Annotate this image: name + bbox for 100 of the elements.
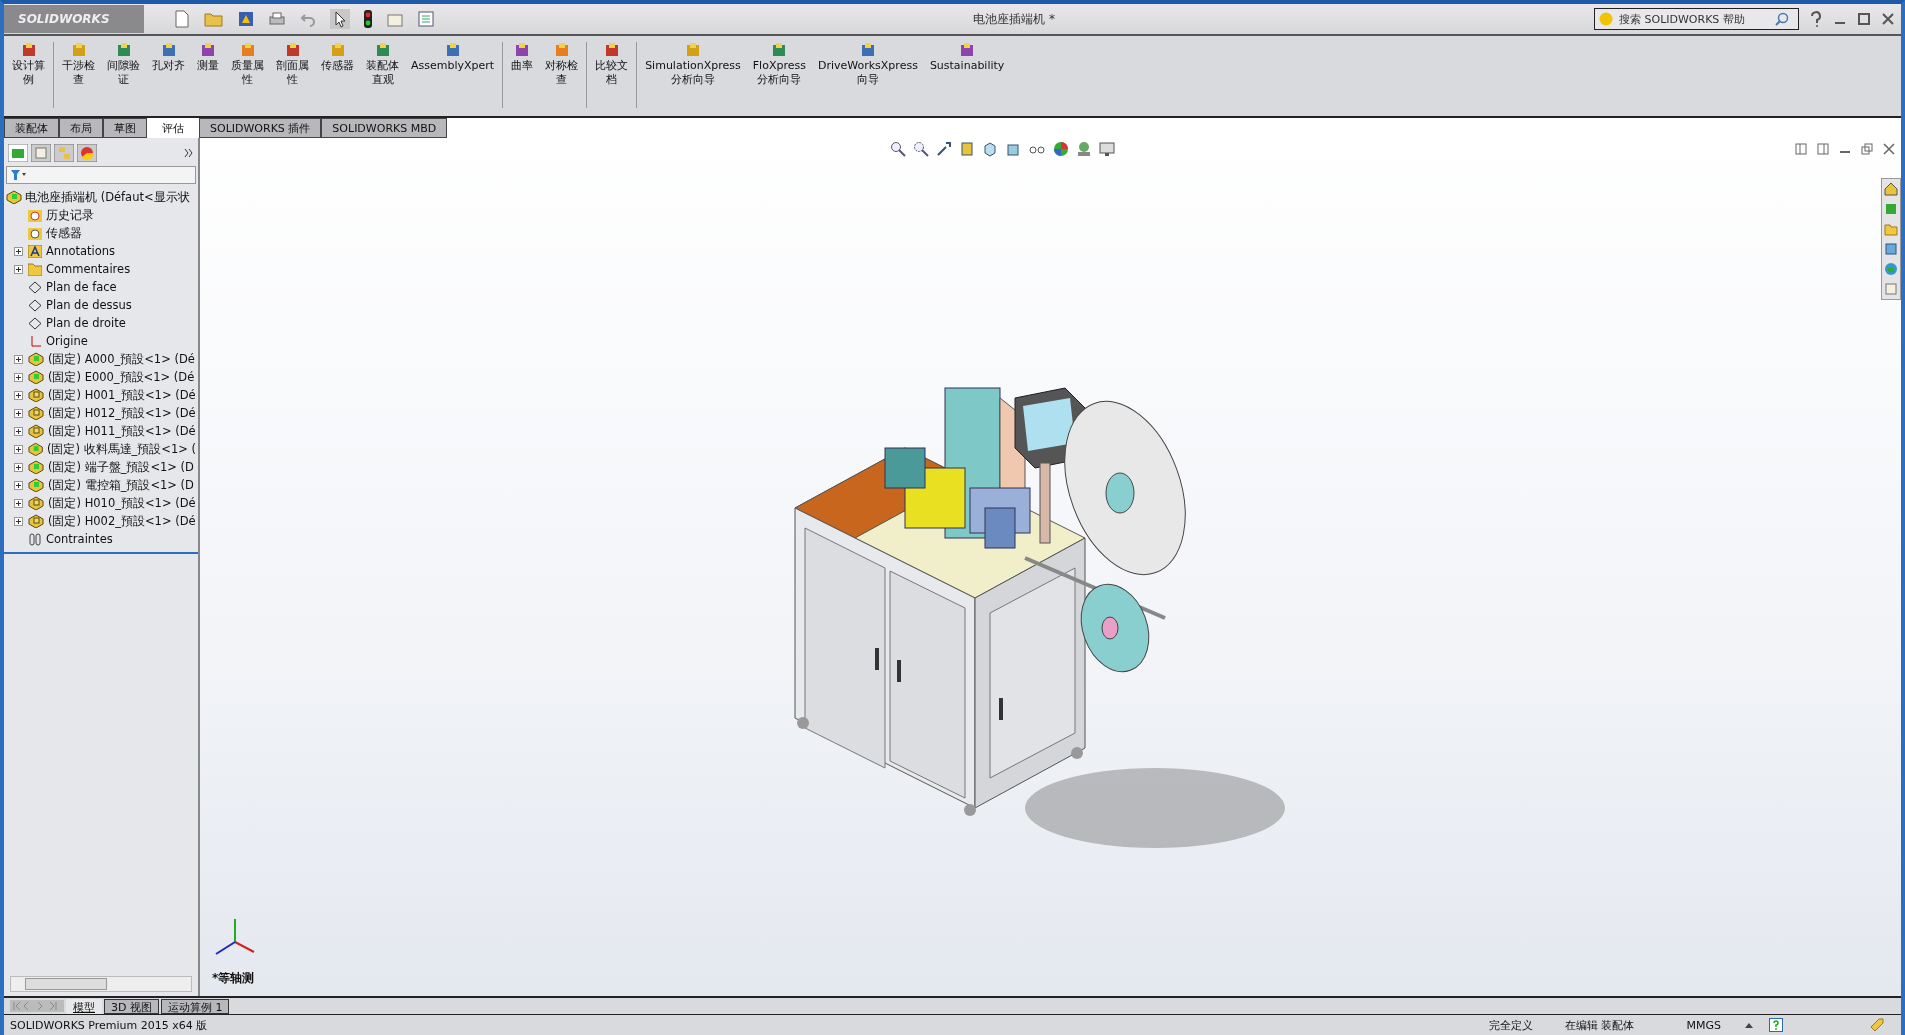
command-icon xyxy=(20,42,37,58)
cube-icon[interactable] xyxy=(982,141,998,157)
tree-item[interactable]: (固定) A000_預設<1> (Dé xyxy=(48,351,195,367)
search-icon[interactable] xyxy=(1775,12,1789,26)
model-tab[interactable]: 3D 视图 xyxy=(104,998,159,1014)
tile-right-icon[interactable] xyxy=(1817,143,1829,155)
expand-icon[interactable] xyxy=(14,246,23,256)
tree-item[interactable]: (固定) 收料馬達_預設<1> ( xyxy=(46,441,196,457)
feature-tree-tab-icon[interactable] xyxy=(8,144,28,162)
tree-item[interactable]: Plan de droite xyxy=(46,316,126,330)
tree-item[interactable]: Plan de face xyxy=(46,280,117,294)
save-icon[interactable] xyxy=(238,11,254,27)
ribbon-tab[interactable]: SOLIDWORKS 插件 xyxy=(199,118,322,138)
maximize-icon[interactable] xyxy=(1857,12,1871,26)
zoom-to-fit-icon[interactable] xyxy=(890,141,906,157)
tree-item[interactable]: (固定) 端子盤_預設<1> (D xyxy=(48,459,194,475)
tree-item[interactable]: Contraintes xyxy=(46,532,113,546)
tree-item[interactable]: (固定) H012_預設<1> (Dé xyxy=(48,405,196,421)
filter-field[interactable] xyxy=(6,166,196,184)
tree-item[interactable]: Commentaires xyxy=(46,262,131,276)
ribbon-command[interactable]: 传感器 xyxy=(317,42,358,72)
cube-icon[interactable] xyxy=(1005,141,1021,157)
expand-icon[interactable] xyxy=(14,516,23,526)
tile-left-icon[interactable] xyxy=(1795,143,1807,155)
chevron-icon[interactable] xyxy=(184,148,194,158)
home-icon[interactable] xyxy=(1884,182,1898,196)
caret-icon[interactable] xyxy=(1745,1022,1753,1028)
clock-folder-icon xyxy=(28,208,42,222)
expand-icon[interactable] xyxy=(14,498,23,508)
ribbon-command[interactable]: 装配体 直观 xyxy=(362,42,403,86)
plane-icon xyxy=(28,280,42,294)
unit-system[interactable]: MMGS xyxy=(1678,1018,1729,1032)
ribbon-command[interactable]: 测量 xyxy=(193,42,223,72)
tree-item[interactable]: Plan de dessus xyxy=(46,298,132,312)
ribbon-tab[interactable]: SOLIDWORKS MBD xyxy=(321,118,448,138)
subassembly-icon xyxy=(28,424,44,438)
tree-item[interactable]: Annotations xyxy=(46,244,116,258)
close-icon[interactable] xyxy=(1883,143,1895,155)
ribbon-command[interactable]: SimulationXpress 分析向导 xyxy=(641,42,745,86)
expand-icon[interactable] xyxy=(14,444,23,454)
close-icon[interactable] xyxy=(1881,12,1895,26)
monitor-icon[interactable] xyxy=(1099,141,1115,157)
ribbon-tab[interactable]: 布局 xyxy=(59,118,103,138)
printer-icon[interactable] xyxy=(268,11,286,27)
expand-icon[interactable] xyxy=(14,390,23,400)
search-field[interactable]: 搜索 SOLIDWORKS 帮助 xyxy=(1594,8,1799,30)
ribbon-command[interactable]: DriveWorksXpress 向导 xyxy=(813,42,922,86)
ribbon-command[interactable]: Sustainability xyxy=(925,42,1009,72)
expand-icon[interactable] xyxy=(14,462,23,472)
ribbon-command[interactable]: 对称检 查 xyxy=(541,42,588,108)
expand-icon[interactable] xyxy=(14,354,23,364)
tree-item[interactable]: 传感器 xyxy=(46,225,82,241)
appearance-tab-icon[interactable] xyxy=(77,144,97,162)
tree-item[interactable]: Origine xyxy=(46,334,88,348)
expand-icon[interactable] xyxy=(14,408,23,418)
zoom-area-icon[interactable] xyxy=(913,141,929,157)
tag-icon[interactable] xyxy=(1869,1017,1885,1033)
globe-icon[interactable] xyxy=(1884,262,1898,276)
status-mode: 在编辑 装配体 xyxy=(1564,1017,1636,1033)
ribbon-command[interactable]: 孔对齐 xyxy=(148,42,189,72)
pointer-icon[interactable] xyxy=(330,9,350,29)
model-tab[interactable]: 模型 xyxy=(66,998,102,1014)
ribbon-command[interactable]: FloXpress 分析向导 xyxy=(748,42,810,86)
model-tab[interactable]: 运动算例 1 xyxy=(160,998,230,1014)
tree-item[interactable]: (固定) 電控箱_預設<1> (D xyxy=(48,477,194,493)
help-icon[interactable] xyxy=(1769,1018,1783,1032)
tree-item[interactable]: 电池座插端机 (Défaut<显示状 xyxy=(25,189,190,205)
ribbon-command[interactable]: 比较文 档 xyxy=(591,42,638,108)
ribbon-command[interactable]: 设计算 例 xyxy=(8,42,54,108)
ribbon-command[interactable]: AssemblyXpert xyxy=(407,42,504,108)
previous-view-icon[interactable] xyxy=(936,141,952,157)
horizontal-scrollbar[interactable] xyxy=(10,976,192,992)
expand-icon[interactable] xyxy=(14,372,23,382)
ribbon-command[interactable]: 间隙验 证 xyxy=(103,42,144,86)
ribbon-command[interactable]: 曲率 xyxy=(507,42,538,72)
property-tab-icon[interactable] xyxy=(31,144,51,162)
subassembly-icon xyxy=(28,406,44,420)
graphics-viewport[interactable]: *等轴测 xyxy=(200,138,1901,996)
expand-icon[interactable] xyxy=(14,264,23,274)
tree-item[interactable]: (固定) H010_預設<1> (Dé xyxy=(48,495,196,511)
tree-item[interactable]: (固定) E000_預設<1> (Dé xyxy=(48,369,195,385)
expand-icon[interactable] xyxy=(14,480,23,490)
traffic-light-icon[interactable] xyxy=(364,10,372,28)
tree-item[interactable]: (固定) H002_預設<1> (Dé xyxy=(48,513,196,529)
help-icon[interactable] xyxy=(1809,11,1823,27)
scene-icon[interactable] xyxy=(1076,141,1092,157)
ribbon-tab[interactable]: 装配体 xyxy=(4,118,59,138)
expand-icon[interactable] xyxy=(14,426,23,436)
tree-item[interactable]: 历史记录 xyxy=(46,207,94,223)
ribbon-command[interactable]: 剖面属 性 xyxy=(272,42,313,86)
color-ball-icon[interactable] xyxy=(1053,141,1069,157)
command-icon xyxy=(374,42,391,58)
tree-item[interactable]: (固定) H001_預設<1> (Dé xyxy=(48,387,196,403)
new-document-icon[interactable] xyxy=(174,10,190,28)
ribbon-command[interactable]: 质量属 性 xyxy=(227,42,268,86)
ribbon-tab[interactable]: 草图 xyxy=(103,118,147,138)
command-icon xyxy=(859,42,876,58)
tree-item[interactable]: (固定) H011_預設<1> (Dé xyxy=(48,423,196,439)
restore-icon[interactable] xyxy=(1861,143,1873,155)
ribbon-command[interactable]: 干涉检 查 xyxy=(58,42,99,86)
